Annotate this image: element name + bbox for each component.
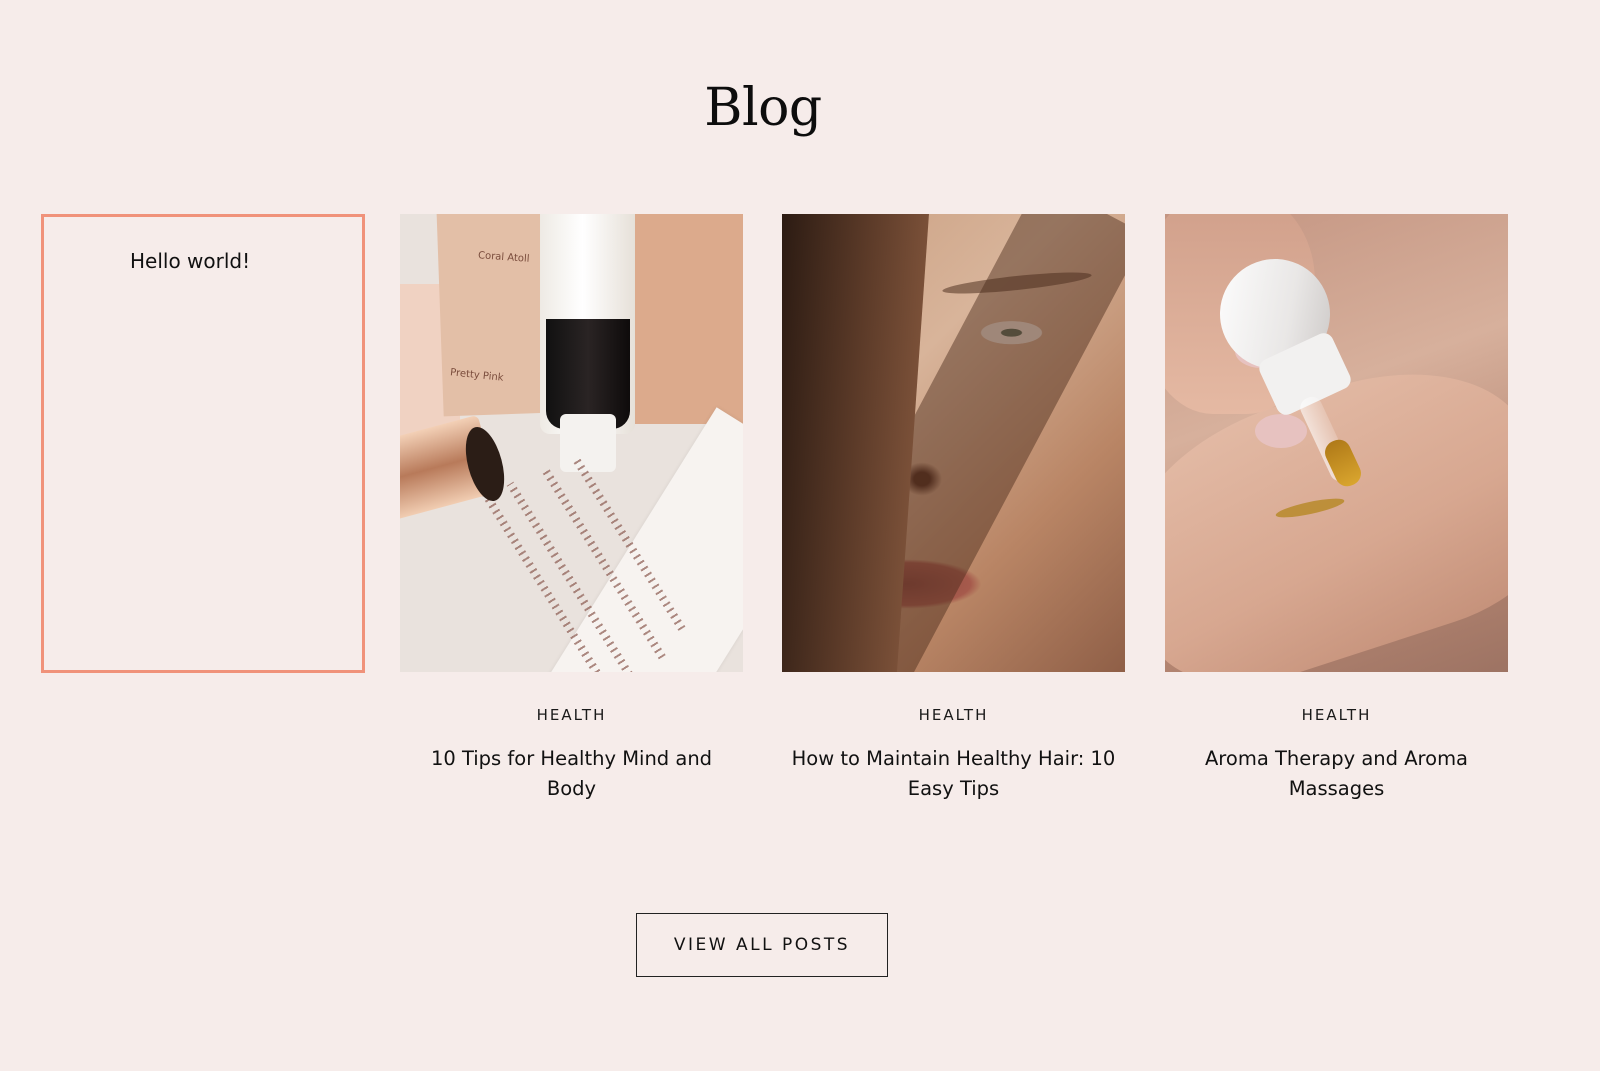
- placeholder-post-card[interactable]: Hello world!: [41, 214, 384, 673]
- post-title[interactable]: Aroma Therapy and Aroma Massages: [1165, 744, 1508, 804]
- post-title[interactable]: 10 Tips for Healthy Mind and Body: [400, 744, 743, 804]
- post-card[interactable]: Coral Atoll Pretty Pink HEALTH 10 Tips f…: [400, 214, 743, 804]
- blog-heading: Blog: [704, 78, 822, 138]
- post-title[interactable]: How to Maintain Healthy Hair: 10 Easy Ti…: [782, 744, 1125, 804]
- post-category[interactable]: HEALTH: [1165, 706, 1508, 724]
- post-image-cosmetics[interactable]: Coral Atoll Pretty Pink: [400, 214, 743, 672]
- placeholder-frame: Hello world!: [41, 214, 365, 673]
- post-card[interactable]: HEALTH Aroma Therapy and Aroma Massages: [1165, 214, 1508, 804]
- placeholder-text: Hello world!: [130, 249, 251, 273]
- post-image-face[interactable]: [782, 214, 1125, 672]
- post-card[interactable]: HEALTH How to Maintain Healthy Hair: 10 …: [782, 214, 1125, 804]
- post-image-dropper[interactable]: [1165, 214, 1508, 672]
- post-category[interactable]: HEALTH: [400, 706, 743, 724]
- view-all-posts-button[interactable]: VIEW ALL POSTS: [636, 913, 888, 977]
- post-category[interactable]: HEALTH: [782, 706, 1125, 724]
